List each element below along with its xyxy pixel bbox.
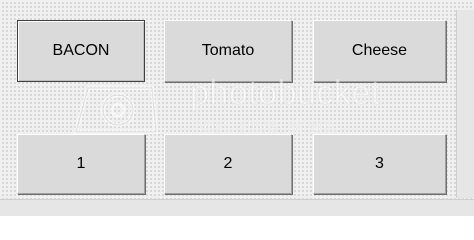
camera-icon <box>73 86 159 134</box>
bacon-button[interactable]: BACON <box>17 20 145 82</box>
button-2[interactable]: 2 <box>164 134 292 194</box>
cheese-button[interactable]: Cheese <box>313 20 446 82</box>
tomato-button[interactable]: Tomato <box>164 20 292 82</box>
button-3[interactable]: 3 <box>313 134 446 194</box>
button-1[interactable]: 1 <box>17 134 145 194</box>
vertical-scrollbar[interactable] <box>456 10 474 198</box>
form-canvas: BACON Tomato Cheese 1 2 3 photobucket ho… <box>0 0 474 216</box>
horizontal-scrollbar[interactable] <box>0 199 474 216</box>
